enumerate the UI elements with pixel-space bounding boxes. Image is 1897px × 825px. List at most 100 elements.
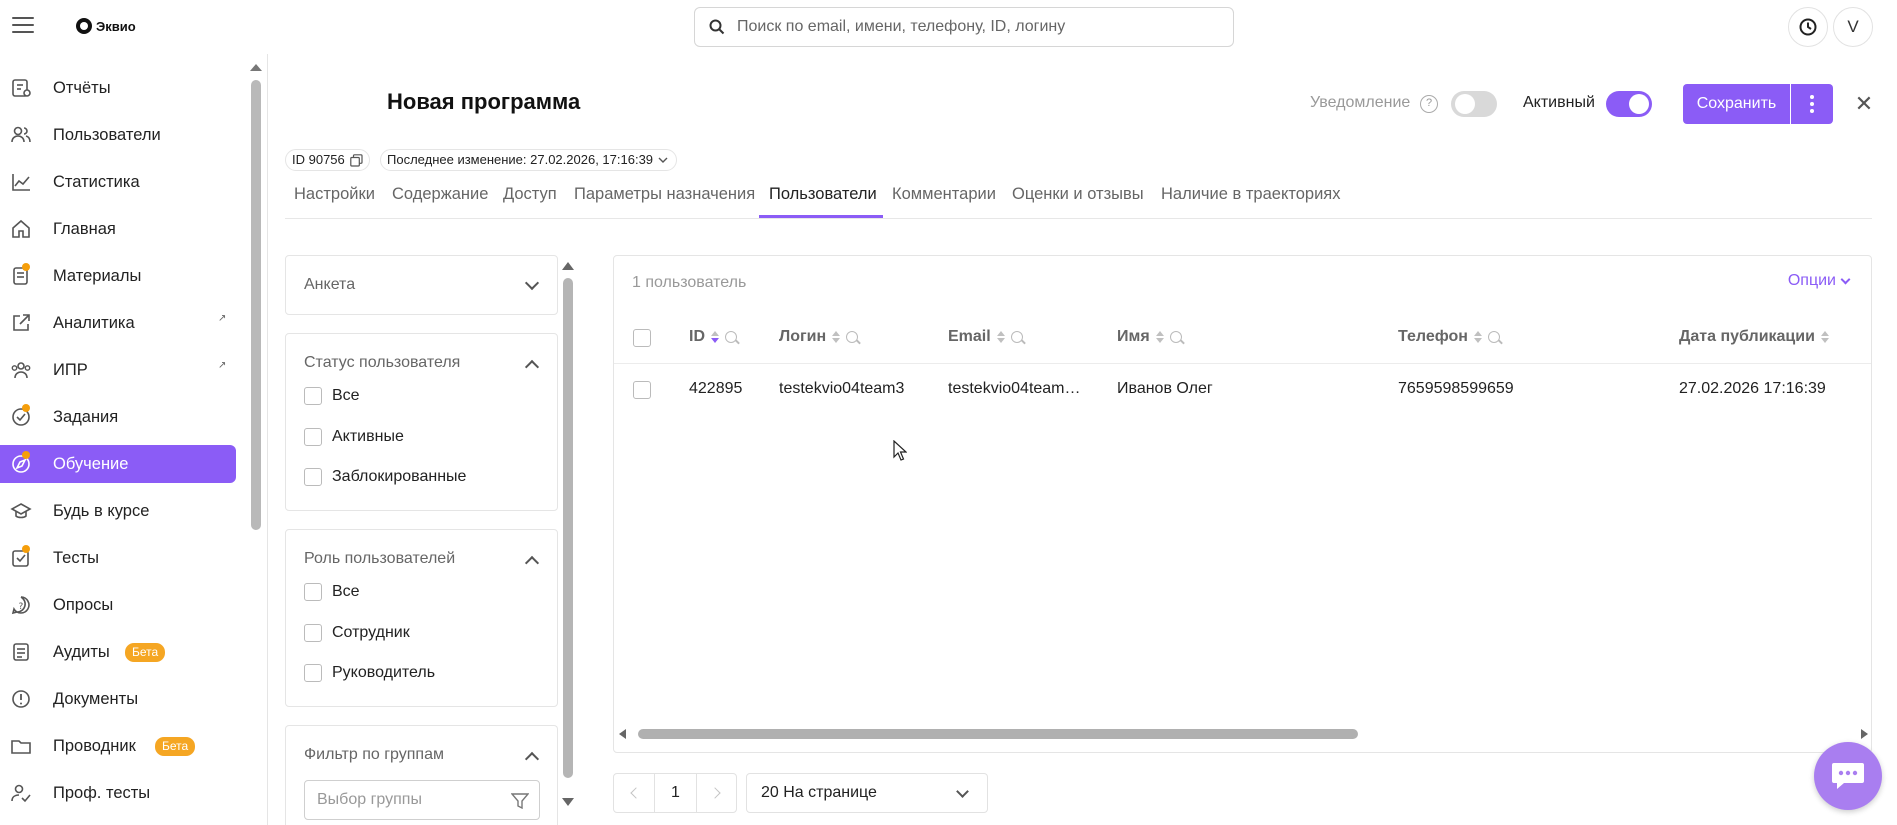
sort-icon[interactable] (1155, 331, 1164, 343)
sort-icon[interactable] (711, 331, 719, 343)
menu-icon[interactable] (12, 17, 34, 35)
column-header-publication-date[interactable]: Дата публикации (1679, 328, 1829, 346)
scrollbar-thumb[interactable] (563, 278, 573, 778)
checkbox[interactable] (304, 387, 322, 405)
sidebar-item-learning[interactable]: Обучение (0, 445, 236, 483)
filter-survey[interactable]: Анкета (285, 255, 558, 315)
sidebar-item-users[interactable]: Пользователи (0, 116, 236, 154)
sidebar-item-statistics[interactable]: Статистика (0, 163, 236, 201)
tab-settings[interactable]: Настройки (294, 185, 375, 204)
chat-button[interactable] (1814, 742, 1882, 810)
sort-icon[interactable] (832, 331, 841, 343)
notification-toggle[interactable] (1451, 91, 1497, 117)
per-page-select[interactable]: 20 На странице (746, 773, 988, 813)
checkbox[interactable] (304, 468, 322, 486)
filter-icon[interactable] (511, 793, 529, 809)
tab-ratings[interactable]: Оценки и отзывы (1012, 185, 1144, 204)
search-box[interactable] (694, 7, 1234, 47)
sidebar-item-tests[interactable]: Тесты (0, 539, 236, 577)
search-icon[interactable] (1487, 331, 1500, 343)
next-page-button[interactable] (696, 773, 737, 813)
last-change-chip[interactable]: Последнее изменение: 27.02.2026, 17:16:3… (380, 149, 678, 171)
sidebar-item-ipr[interactable]: ИПР ↗ (0, 351, 236, 389)
scroll-down-arrow-icon[interactable] (562, 798, 574, 806)
search-icon[interactable] (846, 331, 859, 343)
sidebar-scrollbar[interactable] (250, 64, 262, 824)
copy-icon[interactable] (349, 153, 363, 167)
sidebar-item-tasks[interactable]: Задания (0, 398, 236, 436)
sidebar-item-analytics[interactable]: Аналитика ↗ (0, 304, 236, 342)
checkbox[interactable] (304, 664, 322, 682)
row-checkbox[interactable] (633, 381, 651, 399)
checkbox[interactable] (304, 428, 322, 446)
history-button[interactable] (1788, 7, 1828, 47)
save-button[interactable]: Сохранить (1683, 84, 1790, 124)
search-input[interactable] (737, 18, 1217, 36)
column-header-phone[interactable]: Телефон (1398, 328, 1500, 346)
column-label: Имя (1117, 328, 1150, 345)
tab-access[interactable]: Доступ (503, 185, 557, 204)
column-header-name[interactable]: Имя (1117, 328, 1182, 346)
column-header-login[interactable]: Логин (779, 328, 859, 346)
group-select-input[interactable]: Выбор группы (304, 780, 540, 820)
tab-assignment-params[interactable]: Параметры назначения (574, 185, 755, 204)
sidebar-item-label: Документы (53, 689, 139, 708)
page-number-button[interactable]: 1 (654, 773, 697, 813)
checkbox-status-blocked[interactable]: Заблокированные (304, 468, 466, 486)
sidebar-item-surveys[interactable]: ? Опросы (0, 586, 236, 624)
tab-content[interactable]: Содержание (392, 185, 488, 204)
tab-trajectories[interactable]: Наличие в траекториях (1161, 185, 1340, 204)
sort-icon[interactable] (1820, 331, 1829, 343)
column-header-email[interactable]: Email (948, 328, 1023, 346)
avatar[interactable]: V (1833, 7, 1873, 47)
chevron-up-icon[interactable] (524, 359, 540, 375)
chevron-down-icon[interactable] (524, 275, 540, 291)
id-chip[interactable]: ID 90756 (285, 149, 370, 171)
checkbox-role-manager[interactable]: Руководитель (304, 664, 435, 682)
scroll-up-arrow-icon[interactable] (250, 64, 262, 71)
checkbox[interactable] (304, 583, 322, 601)
scroll-left-arrow-icon[interactable] (619, 729, 626, 739)
scrollbar-thumb[interactable] (638, 729, 1358, 739)
checkbox-status-active[interactable]: Активные (304, 428, 404, 446)
tab-comments[interactable]: Комментарии (892, 185, 996, 204)
sort-icon[interactable] (996, 331, 1005, 343)
chevron-up-icon[interactable] (524, 751, 540, 767)
sidebar-item-prof-tests[interactable]: Проф. тесты (0, 774, 236, 812)
select-all-checkbox[interactable] (633, 329, 651, 347)
table-row[interactable]: 422895 testekvio04team3 testekvio04team…… (614, 364, 1871, 416)
sort-icon[interactable] (1473, 331, 1482, 343)
sidebar-item-explorer[interactable]: Проводник Бета (0, 727, 236, 765)
scroll-up-arrow-icon[interactable] (562, 262, 574, 270)
sidebar-item-home[interactable]: Главная (0, 210, 236, 248)
close-icon[interactable]: ✕ (1852, 92, 1876, 116)
filter-panel-scrollbar[interactable] (562, 262, 574, 810)
sidebar-item-documents[interactable]: Документы (0, 680, 236, 718)
chevron-up-icon[interactable] (524, 555, 540, 571)
checkbox-status-all[interactable]: Все (304, 387, 360, 405)
help-icon[interactable]: ? (1420, 95, 1438, 113)
top-bar: Эквио V (0, 0, 1897, 54)
column-header-id[interactable]: ID (689, 328, 737, 346)
search-icon[interactable] (1010, 331, 1023, 343)
scrollbar-thumb[interactable] (251, 80, 261, 530)
options-dropdown[interactable]: Опции (1788, 272, 1851, 290)
sidebar-item-reports[interactable]: Отчёты (0, 69, 236, 107)
horizontal-scrollbar[interactable] (614, 726, 1871, 742)
tab-users[interactable]: Пользователи (769, 185, 877, 204)
scroll-right-arrow-icon[interactable] (1861, 729, 1868, 739)
active-toggle[interactable] (1606, 91, 1652, 117)
checkbox-role-employee[interactable]: Сотрудник (304, 624, 410, 642)
logo[interactable]: Эквио (76, 18, 136, 34)
search-icon[interactable] (1169, 331, 1182, 343)
cell-publication-date: 27.02.2026 17:16:39 (1679, 380, 1826, 397)
checkbox[interactable] (304, 624, 322, 642)
more-options-button[interactable] (1791, 84, 1833, 124)
sidebar-item-stay-informed[interactable]: Будь в курсе (0, 492, 236, 530)
checkbox-role-all[interactable]: Все (304, 583, 360, 601)
sidebar-item-audits[interactable]: Аудиты Бета (0, 633, 236, 671)
sidebar-item-materials[interactable]: Материалы (0, 257, 236, 295)
prev-page-button[interactable] (613, 773, 655, 813)
search-icon[interactable] (725, 331, 737, 343)
checkbox-label: Все (332, 387, 360, 404)
